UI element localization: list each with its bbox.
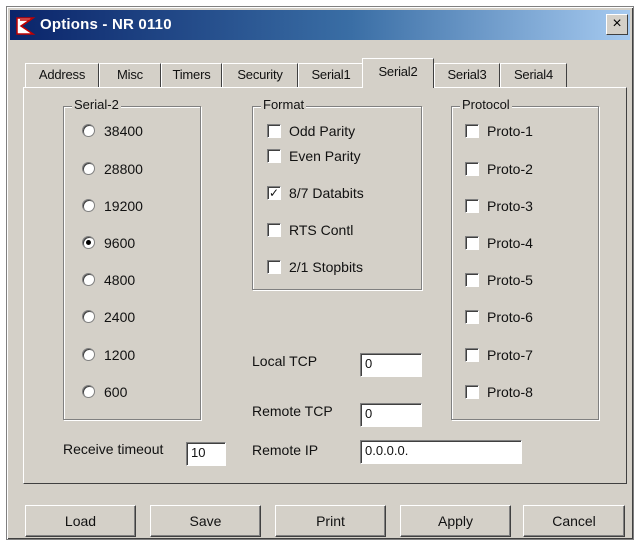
radio-label: 9600 [104,235,136,251]
tab-serial1[interactable]: Serial1 [298,63,364,87]
radio-indicator [82,385,95,398]
tab-serial2[interactable]: Serial2 [362,58,434,88]
options-dialog: Options - NR 0110 × Address Misc Timers … [6,6,634,540]
tab-label: Address [38,67,86,82]
tab-address[interactable]: Address [25,63,99,87]
radio-indicator-selected [82,236,95,249]
checkbox-indicator [465,162,479,176]
checkbox-label: Proto-1 [487,123,533,139]
checkbox-indicator [267,223,281,237]
checkbox-indicator [465,310,479,324]
checkbox-indicator [267,260,281,274]
local-tcp-label: Local TCP [252,353,318,369]
checkmark-icon: ✓ [267,186,281,200]
checkbox-indicator [465,348,479,362]
window-title: Options - NR 0110 [40,16,172,33]
checkbox-indicator [267,124,281,138]
load-button[interactable]: Load [25,505,136,537]
tab-strip: Address Misc Timers Security Serial1 Ser… [25,57,625,88]
radio-label: 1200 [104,347,136,363]
close-button[interactable]: × [606,14,628,35]
checkbox-label: Odd Parity [289,123,356,139]
remote-tcp-input[interactable]: 0 [360,403,422,427]
tab-label: Serial4 [513,67,554,82]
radio-indicator [82,162,95,175]
tab-label: Serial3 [447,67,487,82]
radio-label: 600 [104,384,128,400]
radio-label: 38400 [104,123,143,139]
protocol-group: Protocol Proto-1 Proto-2 Proto-3 Proto-4… [451,97,599,420]
cancel-button[interactable]: Cancel [523,505,625,537]
serial-group-label: Serial-2 [72,97,121,113]
save-button[interactable]: Save [150,505,261,537]
tab-security[interactable]: Security [222,63,298,87]
checkbox-indicator [465,273,479,287]
apply-button[interactable]: Apply [400,505,511,537]
checkbox-label: 2/1 Stopbits [289,259,363,275]
tab-serial3[interactable]: Serial3 [434,63,500,87]
remote-ip-label: Remote IP [252,442,319,458]
radio-label: 28800 [104,161,143,177]
radio-indicator [82,273,95,286]
format-group: Format Odd Parity Even Parity ✓ 8/7 Datab… [252,97,422,290]
receive-timeout-label: Receive timeout [63,441,164,457]
print-button[interactable]: Print [275,505,386,537]
radio-label: 2400 [104,309,136,325]
checkbox-indicator [267,149,281,163]
checkbox-label: Even Parity [289,148,361,164]
checkbox-label: Proto-3 [487,198,533,214]
checkbox-indicator [465,124,479,138]
checkbox-label: Proto-5 [487,272,533,288]
tab-label: Serial2 [378,64,418,79]
tab-label: Timers [172,67,211,82]
tab-label: Security [237,67,283,82]
checkbox-indicator [465,236,479,250]
radio-indicator [82,124,95,137]
radio-indicator [82,199,95,212]
checkbox-label: Proto-6 [487,309,533,325]
protocol-group-label: Protocol [460,97,512,113]
checkbox-label: 8/7 Databits [289,185,364,201]
remote-tcp-label: Remote TCP [252,403,333,419]
radio-label: 4800 [104,272,136,288]
remote-ip-input[interactable]: 0.0.0.0. [360,440,522,464]
checkbox-indicator [465,385,479,399]
app-logo-icon [16,17,36,35]
checkbox-label: RTS Contl [289,222,354,238]
tab-misc[interactable]: Misc [99,63,161,87]
checkbox-label: Proto-7 [487,347,533,363]
tab-timers[interactable]: Timers [161,63,222,87]
checkbox-indicator [465,199,479,213]
radio-indicator [82,348,95,361]
radio-indicator [82,310,95,323]
checkbox-label: Proto-2 [487,161,533,177]
tab-label: Serial1 [311,67,351,82]
tab-panel-serial2: Serial-2 38400 28800 19200 9600 4800 240… [23,87,627,484]
serial-group: Serial-2 38400 28800 19200 9600 4800 240… [63,97,201,420]
radio-label: 19200 [104,198,143,214]
tab-label: Misc [117,67,143,82]
checkbox-label: Proto-8 [487,384,533,400]
local-tcp-input[interactable]: 0 [360,353,422,377]
tab-serial4[interactable]: Serial4 [500,63,567,87]
close-icon: × [612,15,622,32]
format-group-label: Format [261,97,307,113]
title-bar[interactable]: Options - NR 0110 × [10,10,630,40]
receive-timeout-input[interactable]: 10 [186,442,226,466]
checkbox-label: Proto-4 [487,235,533,251]
